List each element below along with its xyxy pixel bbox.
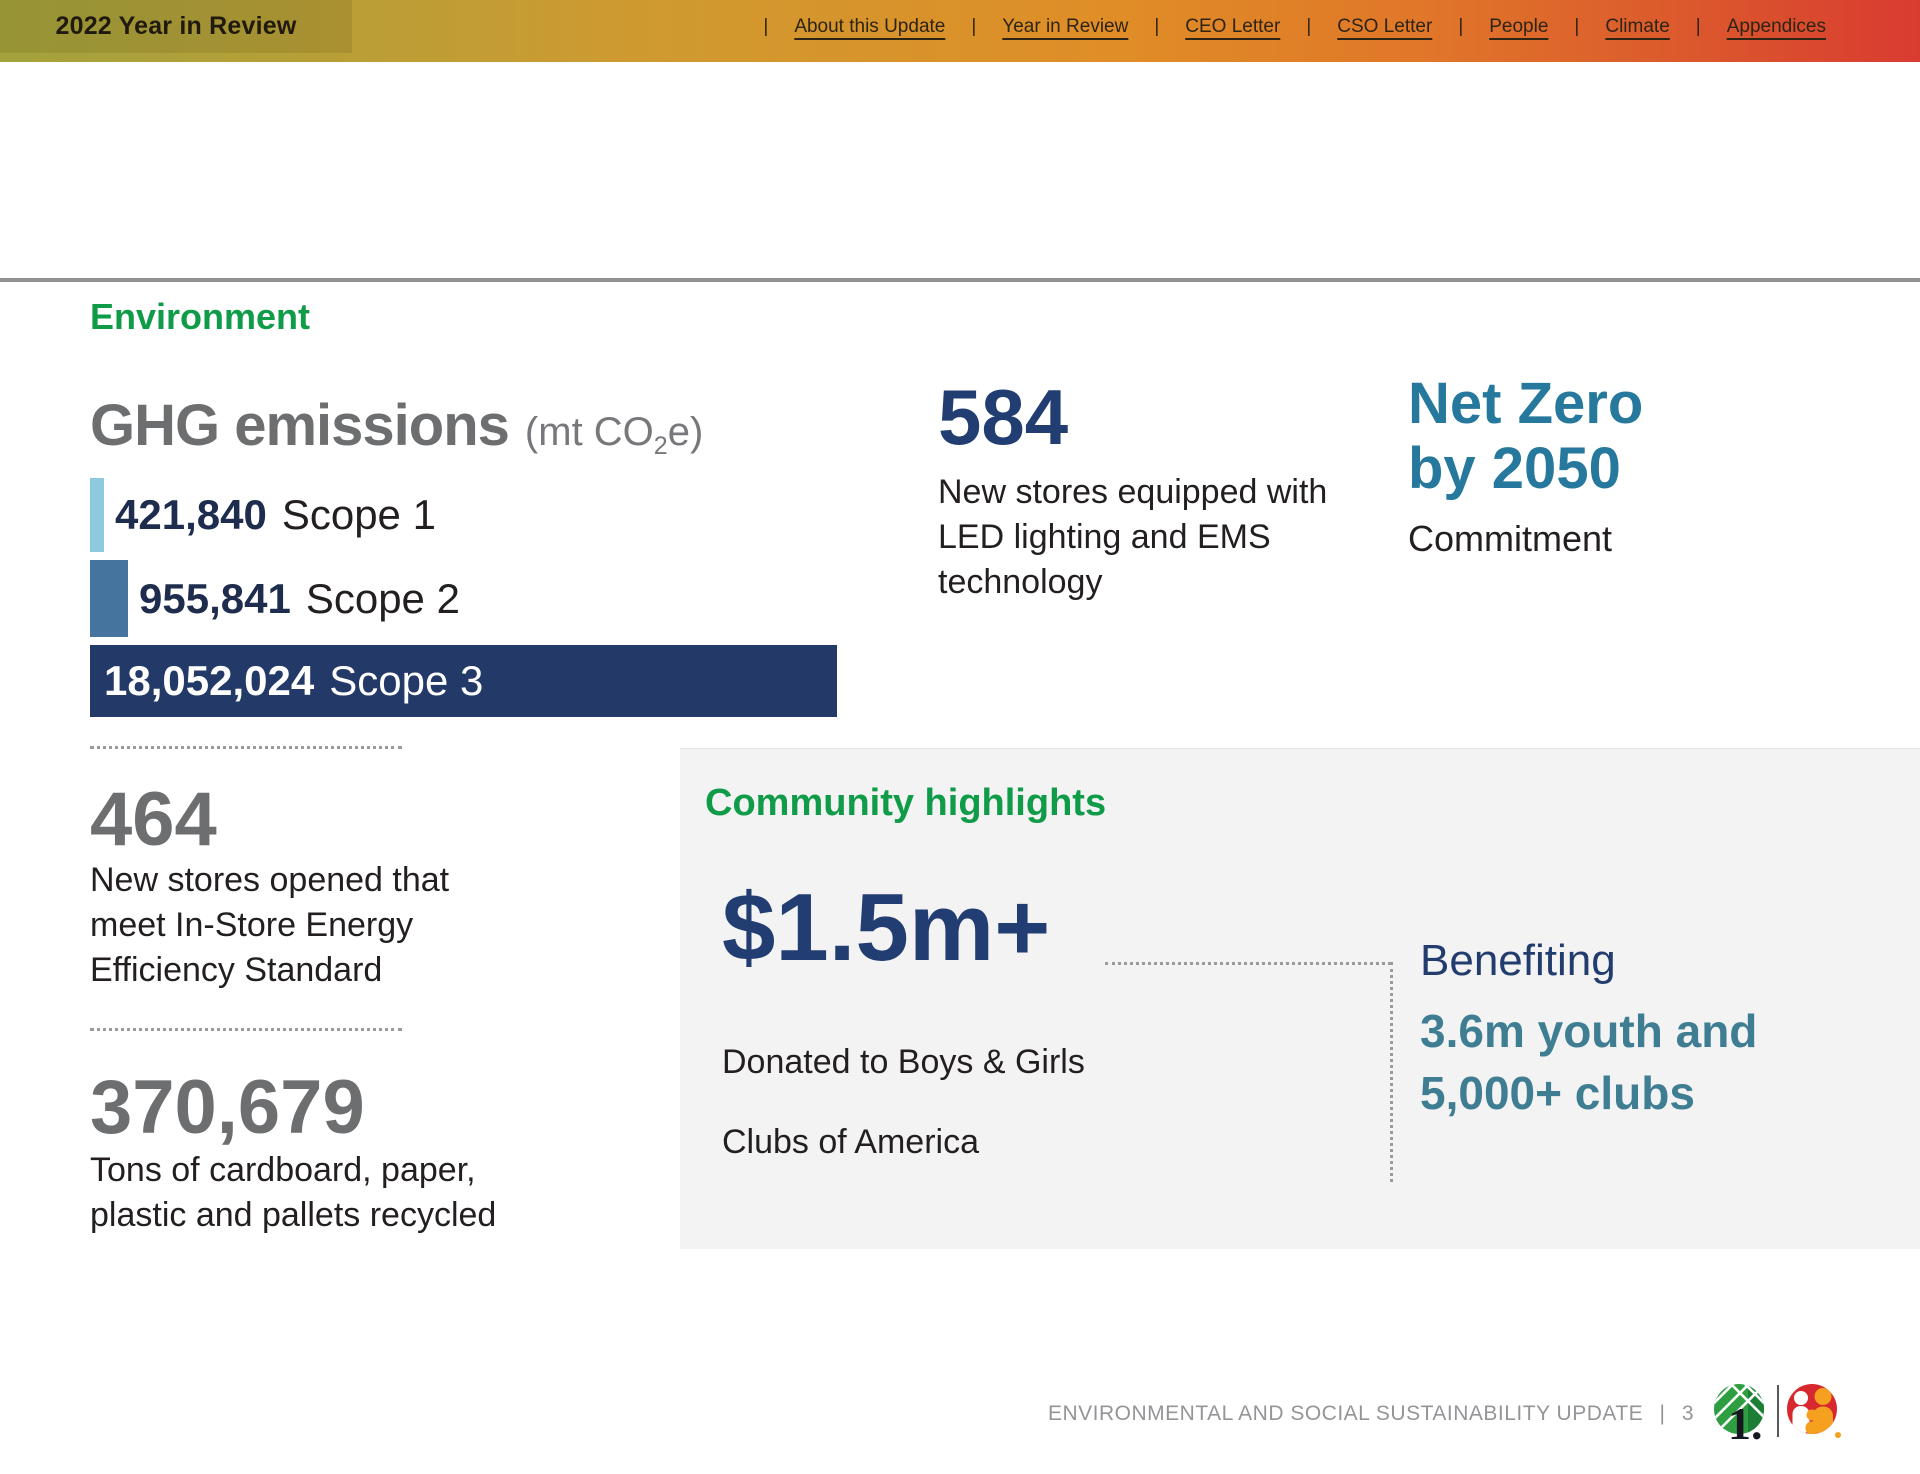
ghg-title-text: GHG emissions — [90, 392, 509, 459]
net-zero-caption: Commitment — [1408, 518, 1612, 560]
stat-led-value: 584 — [938, 378, 1068, 456]
scope1-value: 421,840 — [115, 491, 267, 539]
nav-link-about-this-update[interactable]: About this Update — [794, 16, 945, 38]
donation-amount: $1.5m+ — [722, 880, 1050, 976]
nav-separator: | — [763, 16, 768, 38]
benefiting-label: Benefiting — [1420, 936, 1616, 986]
scope3-label: Scope 3 — [329, 657, 483, 705]
scope2-bar — [90, 560, 128, 637]
stat-led-desc: New stores equipped with LED lighting an… — [938, 470, 1328, 605]
scope2-value: 955,841 — [139, 575, 291, 623]
ghg-unit-subscript: 2 — [654, 432, 668, 460]
scope2-label: Scope 2 — [306, 575, 460, 623]
report-page: 2022 Year in Review | About this Update … — [0, 0, 1920, 1474]
footer-label: ENVIRONMENTAL AND SOCIAL SUSTAINABILITY … — [1048, 1402, 1643, 1425]
dotted-divider — [90, 1028, 402, 1031]
nav-separator: | — [1154, 16, 1159, 38]
nav-separator: | — [1458, 16, 1463, 38]
benefit-stats: 3.6m youth and 5,000+ clubs — [1420, 1000, 1757, 1124]
nav-separator: | — [971, 16, 976, 38]
ghg-bar-row-scope1: 421,840 Scope 1 — [90, 478, 436, 552]
logo-divider — [1777, 1385, 1779, 1437]
dotted-connector-vertical — [1390, 962, 1393, 1182]
net-zero-line2: by 2050 — [1408, 437, 1643, 502]
dotted-divider — [90, 746, 402, 749]
stat-new-stores-value: 464 — [90, 782, 217, 858]
top-bar: 2022 Year in Review | About this Update … — [0, 0, 1920, 62]
family-dollar-logo — [1786, 1383, 1844, 1450]
dotted-connector-horizontal — [1105, 962, 1391, 965]
net-zero-line1: Net Zero — [1408, 372, 1643, 437]
community-heading: Community highlights — [705, 782, 1106, 825]
report-title: 2022 Year in Review — [55, 12, 296, 41]
nav-link-cso-letter[interactable]: CSO Letter — [1337, 16, 1432, 38]
stat-new-stores-desc: New stores opened that meet In-Store Ene… — [90, 858, 460, 993]
report-title-box: 2022 Year in Review — [0, 0, 352, 53]
nav-link-year-in-review[interactable]: Year in Review — [1002, 16, 1128, 38]
footer: ENVIRONMENTAL AND SOCIAL SUSTAINABILITY … — [1048, 1402, 1694, 1426]
ghg-bar-row-scope3: 18,052,024 Scope 3 — [90, 645, 837, 717]
stat-recycled-value: 370,679 — [90, 1070, 365, 1146]
net-zero-heading: Net Zero by 2050 — [1408, 372, 1643, 502]
scope1-label: Scope 1 — [282, 491, 436, 539]
environment-section-label: Environment — [90, 296, 310, 338]
nav-separator: | — [1306, 16, 1311, 38]
ghg-bar-row-scope2: 955,841 Scope 2 — [90, 560, 460, 637]
donation-line1: Donated to Boys & Girls — [722, 1022, 1085, 1102]
ghg-emissions-title: GHG emissions (mt CO2e) — [90, 392, 703, 461]
nav-link-appendices[interactable]: Appendices — [1727, 16, 1826, 38]
ghg-unit: (mt CO2e) — [525, 410, 703, 461]
scope3-value: 18,052,024 — [104, 657, 314, 705]
donation-description: Donated to Boys & Girls Clubs of America — [722, 1022, 1085, 1182]
nav-separator: | — [1696, 16, 1701, 38]
benefit-line1: 3.6m youth and — [1420, 1000, 1757, 1062]
page-number: 3 — [1682, 1402, 1694, 1425]
stat-recycled-desc: Tons of cardboard, paper, plastic and pa… — [90, 1148, 560, 1238]
section-divider — [0, 278, 1920, 282]
donation-line2: Clubs of America — [722, 1102, 1085, 1182]
footer-separator: | — [1660, 1402, 1666, 1425]
scope1-bar — [90, 478, 104, 552]
svg-text:1.: 1. — [1728, 1398, 1763, 1445]
nav-separator: | — [1574, 16, 1579, 38]
nav-link-climate[interactable]: Climate — [1605, 16, 1669, 38]
benefit-line2: 5,000+ clubs — [1420, 1062, 1757, 1124]
top-navigation: | About this Update | Year in Review | C… — [761, 0, 1850, 53]
dollar-tree-logo: 1. — [1712, 1383, 1770, 1450]
nav-link-ceo-letter[interactable]: CEO Letter — [1185, 16, 1280, 38]
nav-link-people[interactable]: People — [1489, 16, 1548, 38]
